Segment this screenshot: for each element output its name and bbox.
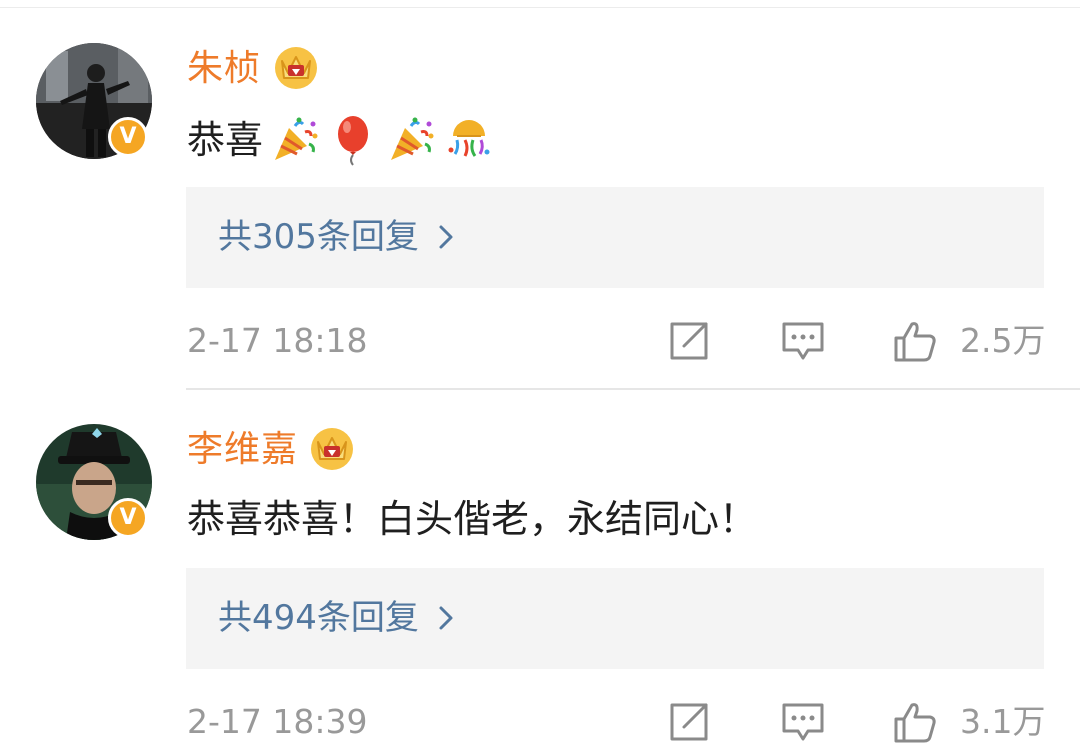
chevron-right-icon <box>439 225 453 249</box>
timestamp: 2-17 18:18 <box>187 321 368 360</box>
confetti-ball-icon <box>448 120 490 157</box>
comment-text: 恭喜恭喜！白头偕老，永结同心！ <box>187 495 757 543</box>
username[interactable]: 李维嘉 <box>187 429 298 471</box>
like-count: 3.1万 <box>960 702 1046 741</box>
thumbs-up-icon[interactable] <box>892 318 938 364</box>
replies-count: 共305条回复 <box>218 217 419 257</box>
username[interactable]: 朱桢 <box>187 48 261 90</box>
comment-icon[interactable] <box>780 699 826 745</box>
chevron-right-icon <box>439 606 453 630</box>
comment-text: 恭喜 <box>187 114 495 166</box>
verified-badge: V <box>108 498 148 538</box>
replies-button[interactable]: 共494条回复 <box>186 568 1044 669</box>
timestamp: 2-17 18:39 <box>187 702 368 741</box>
replies-label: 共494条回复 <box>218 597 455 639</box>
replies-label: 共305条回复 <box>218 216 455 258</box>
replies-count: 共494条回复 <box>218 598 419 638</box>
crown-icon <box>311 428 353 470</box>
balloon-icon <box>338 116 369 166</box>
comment-body: 恭喜 <box>187 118 264 162</box>
share-icon[interactable] <box>666 318 712 364</box>
comment-body: 恭喜恭喜！白头偕老，永结同心！ <box>187 497 758 541</box>
thumbs-up-icon[interactable] <box>892 699 938 745</box>
like-count: 2.5万 <box>960 321 1046 360</box>
verified-badge: V <box>108 117 148 157</box>
party-popper-icon <box>391 117 434 160</box>
share-icon[interactable] <box>666 699 712 745</box>
comment-item: V 朱桢 恭喜 共305条回复 2-17 18:18 2.5万 <box>0 0 1080 390</box>
replies-button[interactable]: 共305条回复 <box>186 187 1044 288</box>
comment-item: V 李维嘉 恭喜恭喜！白头偕老，永结同心！ 共494条回复 2-17 18:39 <box>0 381 1080 751</box>
comment-list-screen: V 朱桢 恭喜 共305条回复 2-17 18:18 2.5万 V 李维嘉 恭喜… <box>0 0 1080 751</box>
party-popper-icon <box>275 117 318 160</box>
comment-icon[interactable] <box>780 318 826 364</box>
crown-icon <box>275 47 317 89</box>
